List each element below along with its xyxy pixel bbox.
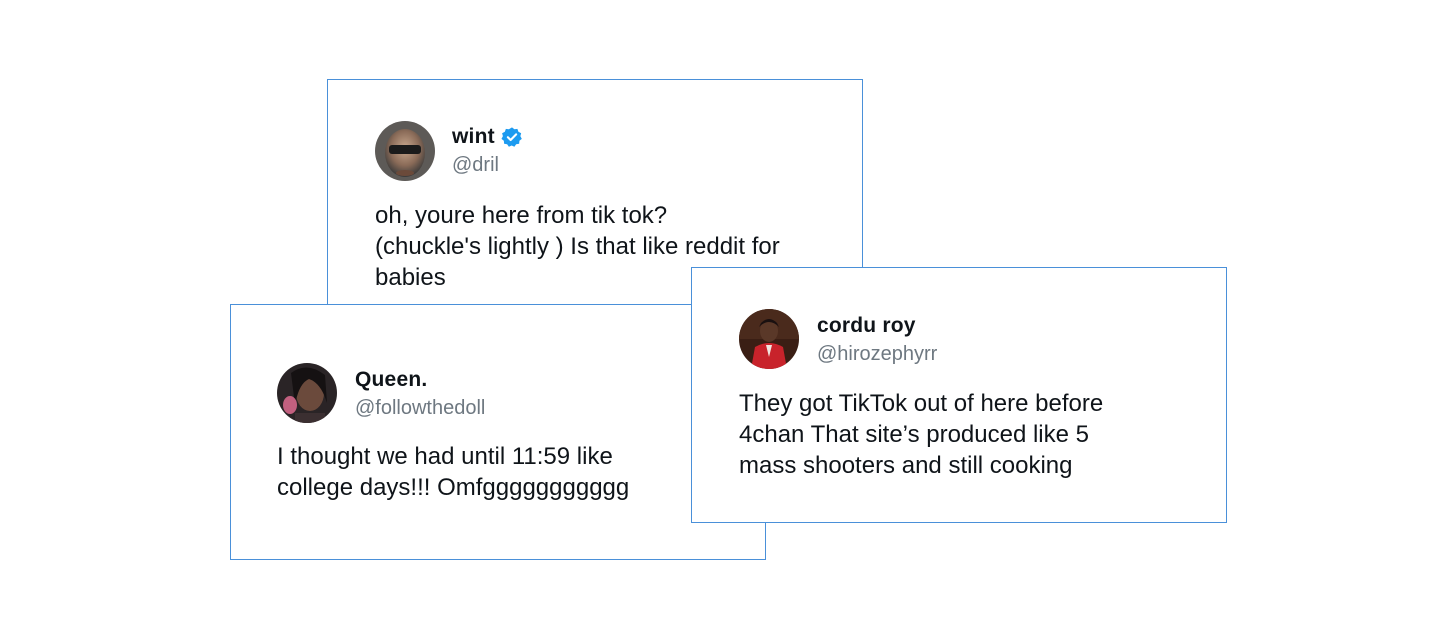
user-info: wint @dril [452,124,523,177]
tweet-text: They got TikTok out of here before 4chan… [739,390,1104,479]
tweet-card-followthedoll[interactable]: Queen. @followthedoll I thought we had u… [230,304,766,560]
tweet-text: I thought we had until 11:59 like colleg… [277,443,630,501]
display-name[interactable]: wint [452,125,495,149]
handle[interactable]: @followthedoll [355,397,485,420]
display-name[interactable]: Queen. [355,368,427,392]
verified-badge-icon [501,126,523,148]
handle[interactable]: @dril [452,154,523,177]
display-name[interactable]: cordu roy [817,314,916,338]
avatar-dril[interactable] [375,121,435,181]
handle[interactable]: @hirozephyrr [817,343,937,366]
user-info: cordu roy @hirozephyrr [817,313,937,366]
user-info: Queen. @followthedoll [355,367,485,420]
avatar-hirozephyrr[interactable] [739,309,799,369]
tweet-card-hirozephyrr[interactable]: cordu roy @hirozephyrr They got TikTok o… [691,267,1227,523]
avatar-followthedoll[interactable] [277,363,337,423]
